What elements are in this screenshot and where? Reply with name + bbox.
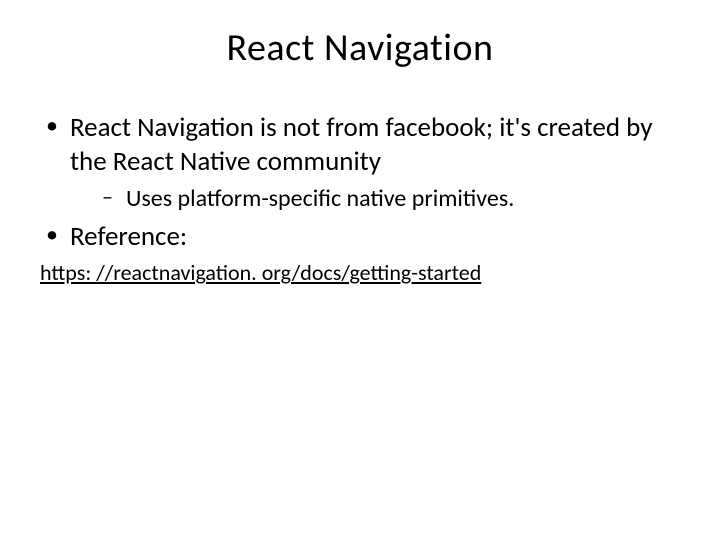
- bullet-item: React Navigation is not from facebook; i…: [40, 111, 680, 214]
- bullet-text: Reference:: [70, 220, 187, 253]
- sub-bullet-item: Uses platform-specific native primitives…: [70, 183, 680, 214]
- slide-title: React Navigation: [40, 25, 680, 71]
- main-bullet-list: React Navigation is not from facebook; i…: [40, 111, 680, 253]
- sub-bullet-text: Uses platform-specific native primitives…: [126, 184, 514, 213]
- reference-link[interactable]: https: //reactnavigation. org/docs/getti…: [40, 259, 680, 286]
- bullet-item: Reference:: [40, 220, 680, 254]
- bullet-text: React Navigation is not from facebook; i…: [70, 111, 652, 178]
- sub-bullet-list: Uses platform-specific native primitives…: [70, 183, 680, 214]
